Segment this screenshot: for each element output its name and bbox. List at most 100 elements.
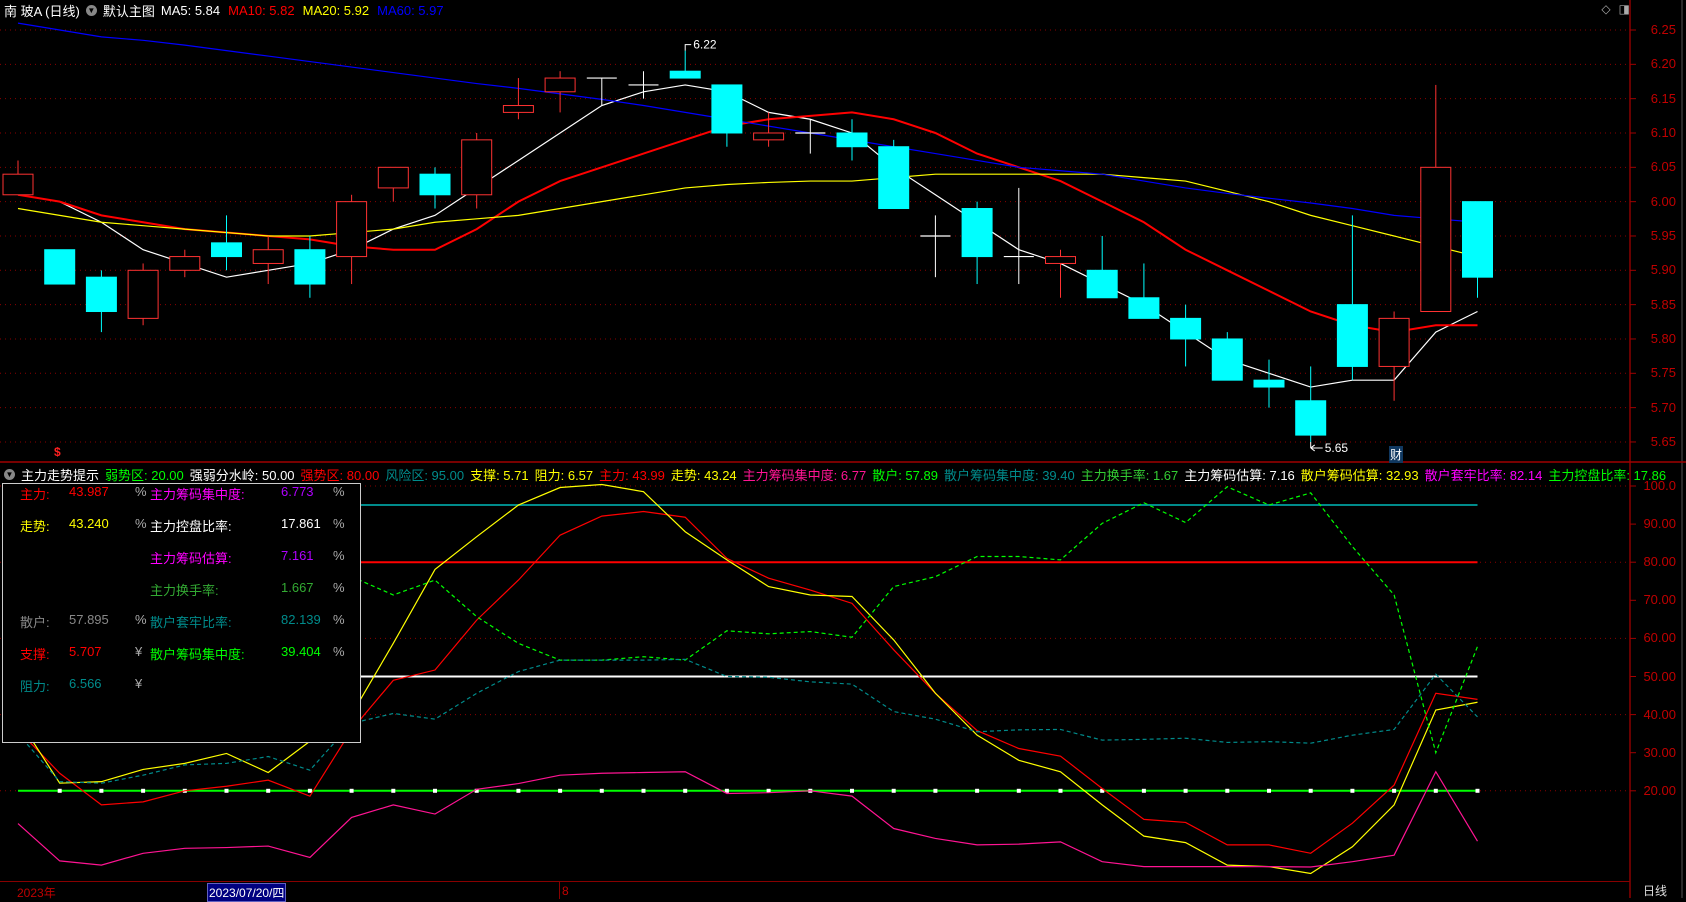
- chart-canvas[interactable]: 6.22 5.65: [0, 0, 1686, 898]
- price-tick-label: 6.10: [1650, 124, 1676, 140]
- info-u1: %: [135, 484, 147, 499]
- candle-body: [878, 146, 910, 210]
- candle-body: [252, 249, 284, 264]
- weak-zone-marker: [1225, 788, 1230, 793]
- diamond-icon[interactable]: ◇: [1601, 2, 1610, 16]
- info-v1: 43.240: [69, 516, 109, 531]
- ma-line-ma60: [17, 22, 1478, 223]
- indicator-value-3: 风险区: 95.00: [385, 468, 465, 483]
- info-panel-row: 主力筹码估算: 7.161%: [3, 548, 360, 566]
- candle-body: [336, 201, 368, 258]
- candle-body: [127, 269, 159, 319]
- info-l2: 散户套牢比率:: [150, 615, 232, 630]
- indicator-line-2: [17, 770, 1479, 868]
- info-l2: 主力换手率:: [150, 583, 219, 598]
- ma-line-ma5: [17, 84, 1478, 388]
- min-price-arrow: [1310, 441, 1323, 452]
- symbol-title[interactable]: 南 玻A (日线): [4, 1, 80, 20]
- weak-zone-marker: [558, 788, 563, 793]
- template-dropdown-icon[interactable]: ▼: [85, 5, 97, 16]
- weak-zone-marker: [1141, 788, 1146, 793]
- month-label: 8: [562, 884, 569, 898]
- price-tick-label: 6.05: [1650, 159, 1676, 175]
- indicator-value-0: 弱势区: 20.00: [105, 468, 184, 483]
- weak-zone-marker: [975, 788, 980, 793]
- info-v2: 1.667: [281, 580, 314, 595]
- info-l1: 主力:: [20, 487, 50, 502]
- indicator-value-7: 走势: 43.24: [670, 468, 737, 483]
- indicator-tick-label: 90.00: [1643, 516, 1676, 532]
- price-tick-label: 5.85: [1650, 296, 1676, 312]
- price-tick-label: 5.80: [1650, 330, 1676, 346]
- info-l1: 走势:: [20, 519, 50, 534]
- indicator-value-8: 主力筹码集中度: 6.77: [742, 468, 867, 483]
- weak-zone-marker: [891, 788, 896, 793]
- indicator-tick-label: 100.0: [1643, 478, 1676, 493]
- candle-body: [1170, 317, 1202, 340]
- price-tick-label: 5.90: [1650, 262, 1676, 278]
- ma-legend-3: MA60: 5.97: [377, 3, 444, 18]
- info-u2: %: [333, 484, 345, 499]
- info-panel-row: 支撑: 5.707 ¥ 散户筹码集中度: 39.404%: [3, 644, 360, 662]
- candle-body: [1462, 201, 1493, 278]
- indicator-tick-label: 50.00: [1643, 668, 1676, 684]
- ma-legend: MA5: 5.84 MA10: 5.82 MA20: 5.92 MA60: 5.97: [161, 3, 444, 18]
- indicator-value-14: 散户套牢比率: 82.14: [1424, 468, 1543, 483]
- candle-body: [1086, 269, 1118, 299]
- main-chart-header: 南 玻A (日线) ▼ 默认主图 MA5: 5.84 MA10: 5.82 MA20…: [4, 1, 444, 20]
- info-l1: 散户:: [20, 615, 50, 630]
- indicator-tick-label: 30.00: [1643, 744, 1676, 760]
- weak-zone-marker: [641, 788, 646, 793]
- info-v2: 82.139: [281, 612, 321, 627]
- indicator-value-6: 主力: 43.99: [599, 468, 665, 483]
- info-l2: 主力筹码估算:: [150, 551, 232, 566]
- weak-zone-marker: [391, 788, 396, 793]
- candle-body: [1045, 256, 1076, 264]
- period-label[interactable]: 日线: [1643, 882, 1667, 899]
- info-v1: 5.707: [69, 644, 102, 659]
- candle-body: [211, 242, 242, 258]
- candle-body: [1128, 297, 1160, 319]
- candle-body: [544, 77, 576, 93]
- min-price-label: 5.65: [1325, 441, 1349, 455]
- weak-zone-marker: [349, 788, 354, 793]
- template-name[interactable]: 默认主图: [103, 1, 155, 20]
- info-l1: 支撑:: [20, 647, 50, 662]
- candle-body: [961, 208, 993, 258]
- weak-zone-marker: [1392, 788, 1397, 793]
- candle-body: [836, 132, 868, 148]
- info-l2: 散户筹码集中度:: [150, 647, 245, 662]
- weak-zone-marker: [1308, 788, 1313, 793]
- ma-legend-0: MA5: 5.84: [160, 3, 221, 18]
- price-tick-label: 5.95: [1650, 227, 1676, 243]
- indicator-value-11: 主力换手率: 1.67: [1080, 468, 1179, 483]
- candle-body: [711, 84, 743, 134]
- candle-body: [169, 256, 201, 271]
- info-panel-row: 散户: 57.895% 散户套牢比率: 82.139%: [3, 612, 360, 630]
- candle-body: [1211, 338, 1243, 381]
- indicator-dropdown-icon[interactable]: ▼: [4, 469, 15, 480]
- weak-zone-marker: [1475, 788, 1480, 793]
- weak-zone-marker: [57, 788, 62, 793]
- price-tick-label: 6.25: [1650, 22, 1676, 37]
- info-v1: 43.987: [69, 484, 109, 499]
- info-u2: %: [333, 516, 345, 531]
- ma-legend-1: MA10: 5.82: [228, 3, 295, 18]
- info-v2: 39.404: [281, 644, 321, 659]
- price-tick-label: 5.65: [1650, 433, 1676, 449]
- indicator-value-12: 主力筹码估算: 7.16: [1184, 468, 1295, 483]
- indicator-value-2: 强势区: 80.00: [300, 468, 380, 483]
- weak-zone-marker: [1183, 788, 1188, 793]
- weak-zone-marker: [1058, 788, 1063, 793]
- panel-toggle-icon[interactable]: ◨: [1619, 2, 1630, 16]
- max-price-arrow: [684, 44, 692, 51]
- info-v1: 6.566: [69, 676, 102, 691]
- info-u1: %: [135, 612, 147, 627]
- indicator-name[interactable]: 主力走势提示: [21, 465, 99, 484]
- candle-body: [85, 276, 117, 313]
- event-marker-s[interactable]: $: [54, 445, 61, 459]
- event-marker-cai[interactable]: 财: [1389, 446, 1404, 463]
- indicator-line-3: [351, 486, 1479, 755]
- candle-body: [44, 249, 76, 285]
- indicator-value-5: 阻力: 6.57: [534, 468, 594, 483]
